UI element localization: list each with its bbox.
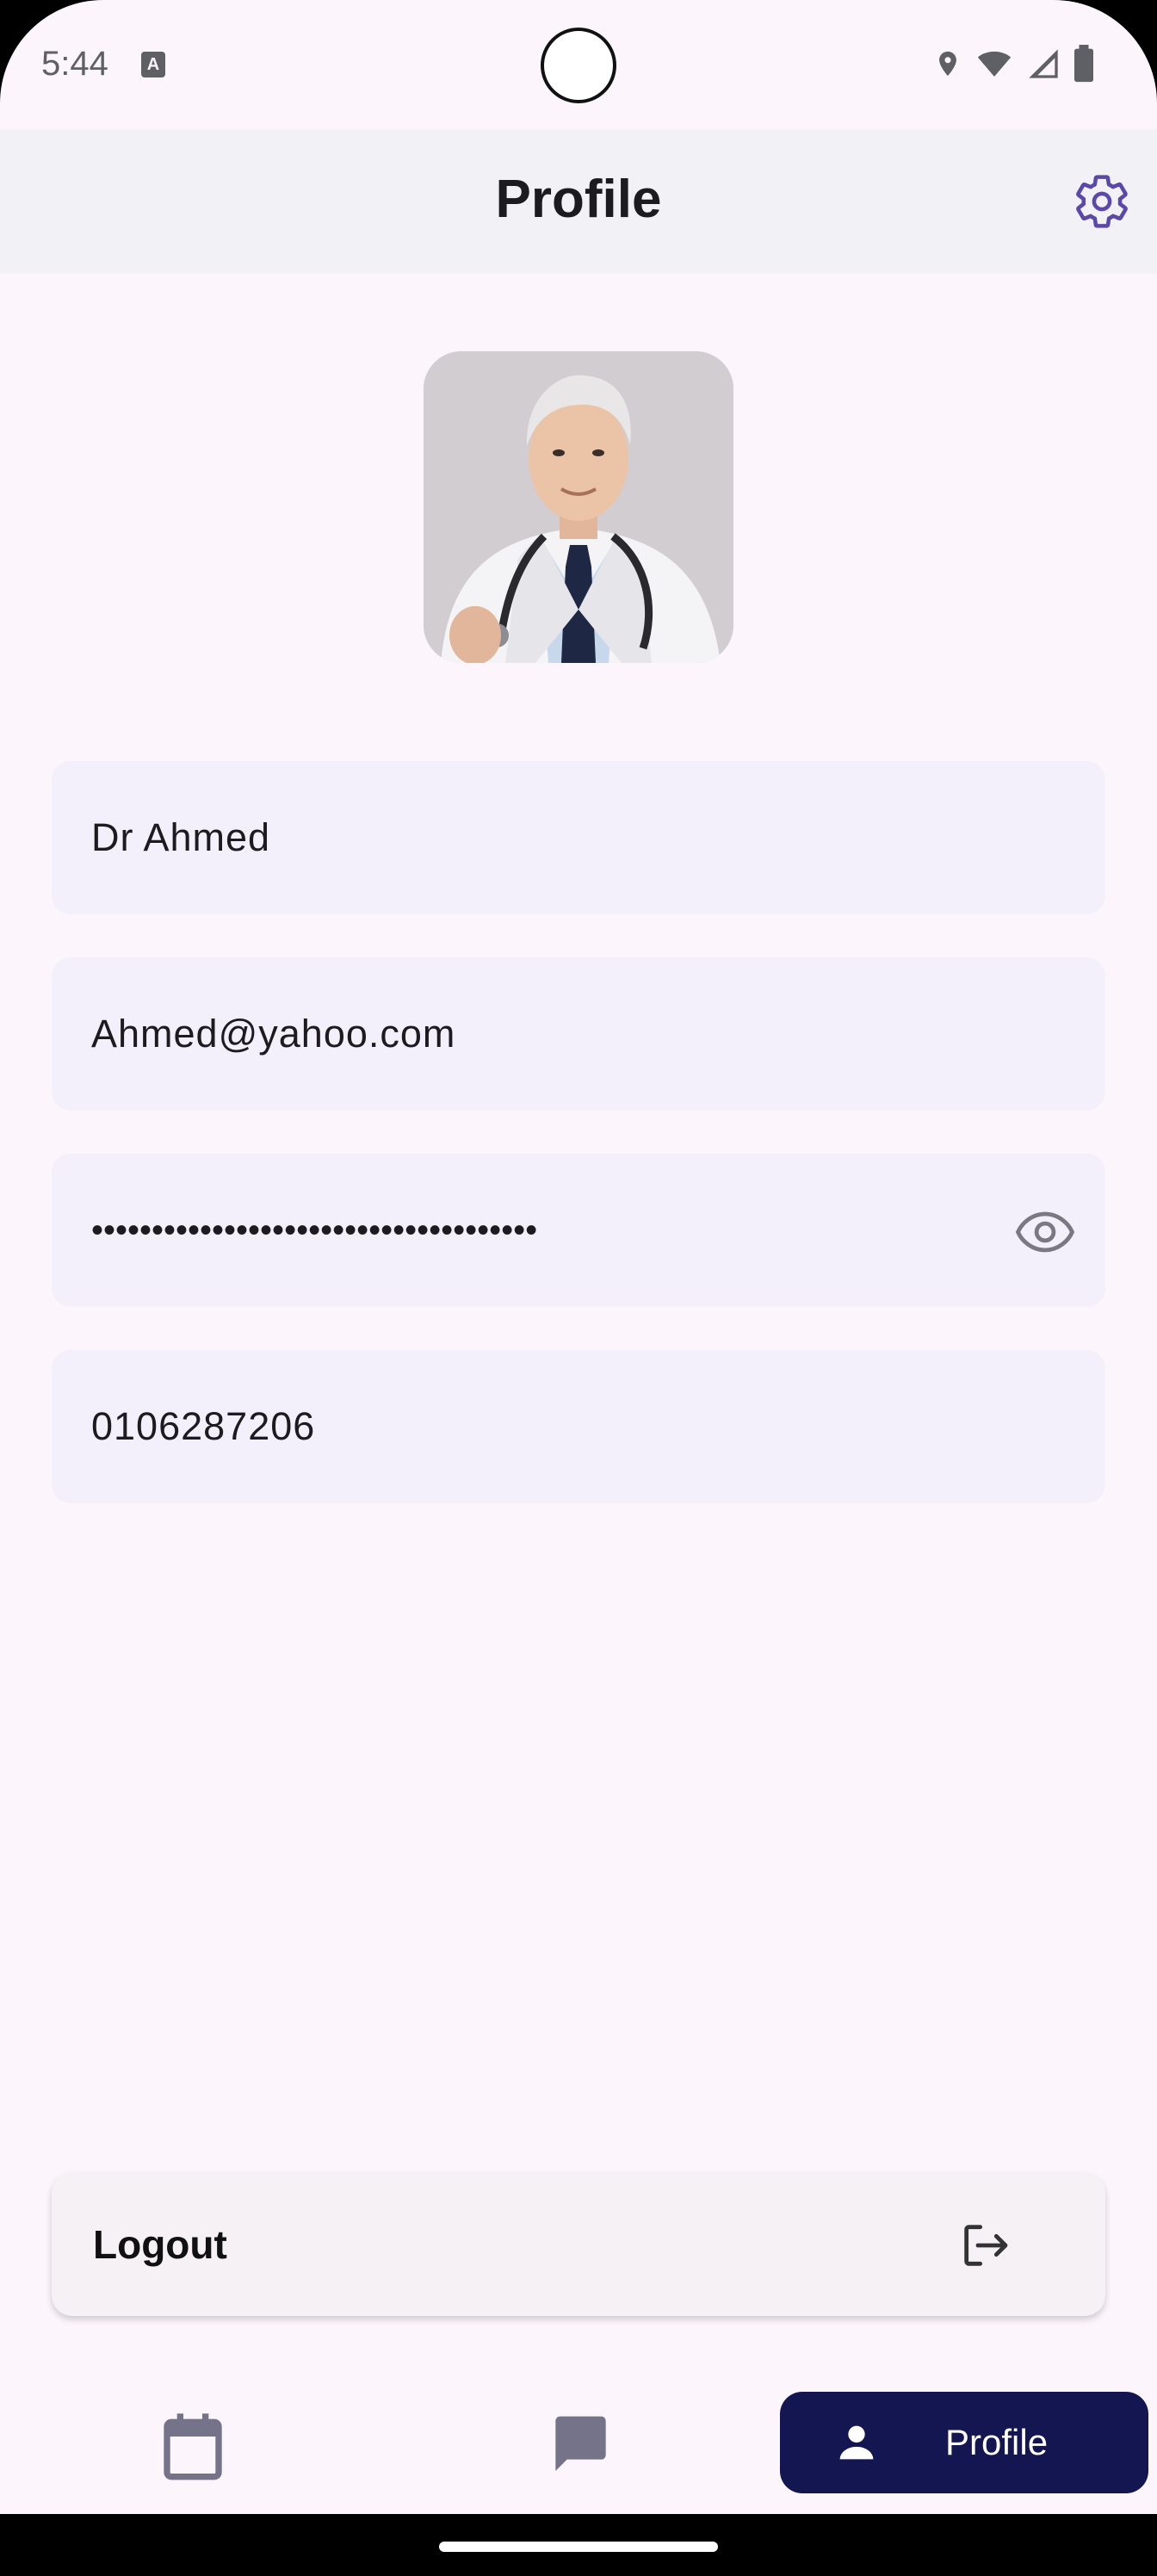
page-title: Profile (495, 170, 662, 229)
wifi-icon (977, 51, 1012, 77)
bottom-navigation: Profile (0, 2376, 1157, 2514)
logout-button[interactable]: Logout (52, 2173, 1105, 2316)
nav-item-profile[interactable]: Profile (780, 2392, 1148, 2493)
nav-item-chat[interactable] (544, 2376, 613, 2514)
nav-item-calendar[interactable] (158, 2376, 227, 2514)
email-field-value: Ahmed@yahoo.com (91, 1012, 456, 1056)
toggle-password-visibility-button[interactable] (1014, 1201, 1076, 1263)
name-field-value: Dr Ahmed (91, 815, 271, 859)
camera-cutout (541, 28, 616, 103)
password-field-value: ••••••••••••••••••••••••••••••••••••• (91, 1211, 538, 1249)
home-gesture-handle[interactable] (439, 2542, 718, 2552)
nav-profile-label: Profile (945, 2422, 1049, 2462)
signal-icon (1029, 49, 1058, 78)
status-icons (933, 45, 1095, 83)
phone-field-value: 0106287206 (91, 1404, 316, 1448)
person-icon (839, 2425, 874, 2460)
eye-icon (1015, 1211, 1075, 1253)
logout-label: Logout (93, 2222, 227, 2267)
phone-screen: 5:44 A Profile Dr Ahmed Ahmed@yahoo.com … (0, 0, 1157, 2576)
location-icon (939, 51, 956, 77)
status-bar: 5:44 A (0, 0, 1157, 129)
settings-button[interactable] (1073, 172, 1131, 231)
name-field[interactable]: Dr Ahmed (52, 761, 1105, 914)
status-time: 5:44 (41, 45, 108, 83)
app-bar: Profile (0, 129, 1157, 274)
logout-icon (964, 2225, 1008, 2266)
app-notification-icon: A (141, 52, 165, 77)
battery-icon (1074, 45, 1093, 83)
chat-icon (555, 2416, 606, 2471)
doctor-photo (424, 351, 733, 663)
phone-field[interactable]: 0106287206 (52, 1350, 1105, 1503)
calendar-icon (164, 2413, 222, 2480)
gear-icon (1076, 175, 1128, 228)
email-field[interactable]: Ahmed@yahoo.com (52, 957, 1105, 1111)
password-field[interactable]: ••••••••••••••••••••••••••••••••••••• (52, 1154, 1105, 1307)
profile-avatar[interactable] (424, 351, 733, 663)
gesture-navigation-area (0, 2514, 1157, 2576)
